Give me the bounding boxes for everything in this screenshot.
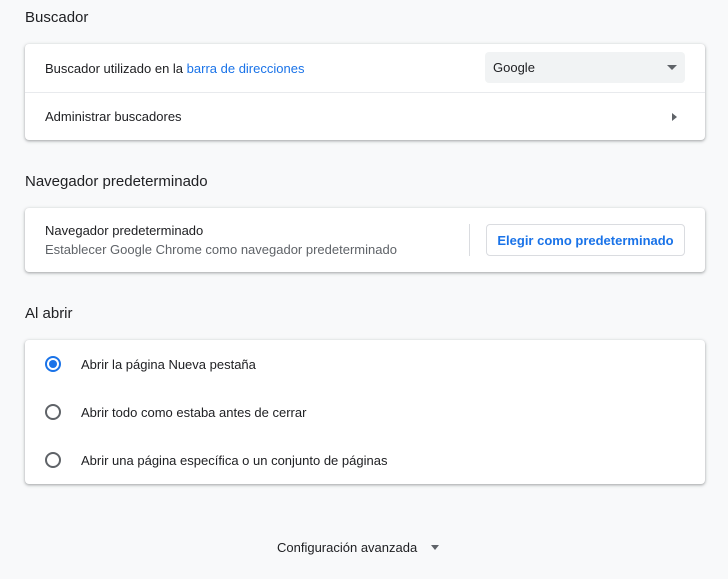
default-browser-subtitle: Establecer Google Chrome como navegador … xyxy=(45,242,397,257)
chevron-down-icon xyxy=(667,65,677,70)
on-startup-section-title: Al abrir xyxy=(25,305,73,322)
startup-option-label: Abrir la página Nueva pestaña xyxy=(81,356,256,372)
manage-search-engines-row[interactable]: Administrar buscadores xyxy=(25,92,705,140)
radio-unchecked-icon[interactable] xyxy=(45,404,61,420)
startup-option-label: Abrir una página específica o un conjunt… xyxy=(81,452,388,468)
default-browser-section-title: Navegador predeterminado xyxy=(25,173,208,190)
startup-option-label: Abrir todo como estaba antes de cerrar xyxy=(81,404,307,420)
search-engine-select-value: Google xyxy=(493,60,535,75)
advanced-settings-toggle[interactable]: Configuración avanzada xyxy=(277,540,440,555)
chevron-down-icon xyxy=(431,545,440,550)
make-default-button[interactable]: Elegir como predeterminado xyxy=(486,224,685,256)
manage-search-engines-label: Administrar buscadores xyxy=(45,109,182,124)
startup-option-specific-pages[interactable]: Abrir una página específica o un conjunt… xyxy=(25,436,705,484)
search-engine-row: Buscador utilizado en la barra de direcc… xyxy=(25,44,705,92)
startup-option-continue[interactable]: Abrir todo como estaba antes de cerrar xyxy=(25,388,705,436)
startup-option-new-tab[interactable]: Abrir la página Nueva pestaña xyxy=(25,340,705,388)
search-engine-card: Buscador utilizado en la barra de direcc… xyxy=(25,44,705,140)
default-browser-title: Navegador predeterminado xyxy=(45,223,204,238)
search-engine-label-prefix: Buscador utilizado en la xyxy=(45,60,187,76)
search-engine-select[interactable]: Google xyxy=(485,52,685,83)
vertical-divider xyxy=(469,224,470,256)
radio-checked-icon[interactable] xyxy=(45,356,61,372)
search-engine-section-title: Buscador xyxy=(25,9,89,26)
advanced-settings-label: Configuración avanzada xyxy=(277,540,418,555)
arrow-right-icon xyxy=(672,113,677,121)
radio-unchecked-icon[interactable] xyxy=(45,452,61,468)
default-browser-card: Navegador predeterminado Establecer Goog… xyxy=(25,208,705,272)
address-bar-link[interactable]: barra de direcciones xyxy=(187,61,305,76)
search-engine-label: Buscador utilizado en la barra de direcc… xyxy=(45,61,304,76)
on-startup-card: Abrir la página Nueva pestaña Abrir todo… xyxy=(25,340,705,484)
